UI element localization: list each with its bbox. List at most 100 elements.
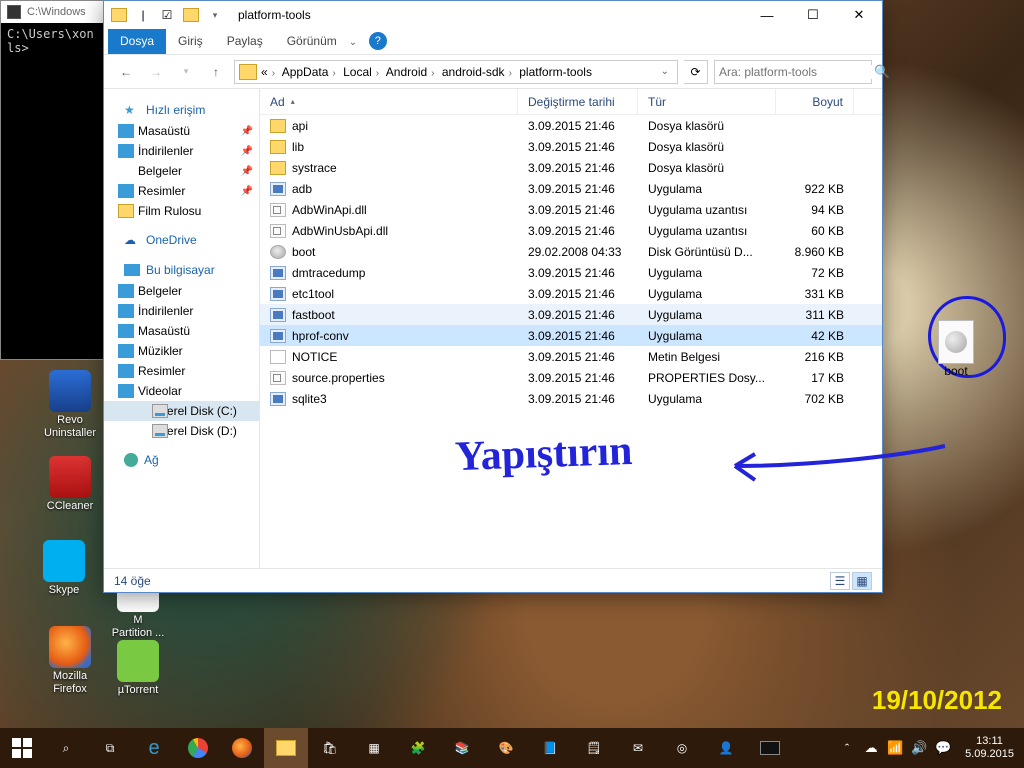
search-input[interactable] <box>719 65 874 79</box>
minimize-button[interactable]: — <box>744 1 790 29</box>
column-name[interactable]: Ad▴ <box>260 89 518 114</box>
refresh-button[interactable]: ⟳ <box>684 60 708 84</box>
ribbon-expand-icon[interactable]: ⌄ <box>349 37 365 48</box>
nav-recent-icon[interactable]: ▾ <box>174 60 198 84</box>
column-headers[interactable]: Ad▴ Değiştirme tarihi Tür Boyut <box>260 89 882 115</box>
sidebar-group-network[interactable]: Ağ <box>104 449 259 471</box>
qat-properties-icon[interactable]: ☑ <box>156 4 178 26</box>
taskbar-app-edge[interactable]: e <box>132 728 176 768</box>
ribbon-tab-share[interactable]: Paylaş <box>215 29 275 54</box>
tray-notifications-icon[interactable]: 💬 <box>931 728 955 768</box>
file-row[interactable]: systrace 3.09.2015 21:46 Dosya klasörü <box>260 157 882 178</box>
sidebar-item[interactable]: Resimler <box>104 361 259 381</box>
nav-up-button[interactable]: ↑ <box>204 60 228 84</box>
close-button[interactable]: ✕ <box>836 1 882 29</box>
ribbon-tab-home[interactable]: Giriş <box>166 29 215 54</box>
sidebar-group-onedrive[interactable]: ☁ OneDrive <box>104 229 259 251</box>
breadcrumb-segment[interactable]: AppData <box>282 65 329 79</box>
sidebar-item[interactable]: İndirilenler <box>104 301 259 321</box>
search-box[interactable]: 🔍 <box>714 60 872 84</box>
taskbar-app-5[interactable]: 🗒 <box>572 728 616 768</box>
taskbar-app-4[interactable]: 📘 <box>528 728 572 768</box>
column-size[interactable]: Boyut <box>776 89 854 114</box>
sidebar-item[interactable]: Masaüstü 📌 <box>104 121 259 141</box>
maximize-button[interactable]: ☐ <box>790 1 836 29</box>
tray-onedrive-icon[interactable]: ☁ <box>859 728 883 768</box>
file-row[interactable]: dmtracedump 3.09.2015 21:46 Uygulama 72 … <box>260 262 882 283</box>
taskbar-app-calculator[interactable]: ▦ <box>352 728 396 768</box>
system-tray[interactable]: ˆ ☁ 📶 🔊 💬 13:11 5.09.2015 <box>835 728 1024 768</box>
file-row[interactable]: etc1tool 3.09.2015 21:46 Uygulama 331 KB <box>260 283 882 304</box>
taskbar-app-3[interactable]: 🎨 <box>484 728 528 768</box>
file-row[interactable]: AdbWinApi.dll 3.09.2015 21:46 Uygulama u… <box>260 199 882 220</box>
desktop-icon[interactable]: Skype <box>26 540 102 597</box>
file-row[interactable]: adb 3.09.2015 21:46 Uygulama 922 KB <box>260 178 882 199</box>
breadcrumb-segment[interactable]: Android <box>386 65 427 79</box>
sidebar-item[interactable]: Yerel Disk (C:) <box>104 401 259 421</box>
desktop-icon[interactable]: Mozilla Firefox <box>32 626 108 696</box>
taskbar-app-mail[interactable]: ✉ <box>616 728 660 768</box>
start-button[interactable] <box>0 728 44 768</box>
file-row[interactable]: NOTICE 3.09.2015 21:46 Metin Belgesi 216… <box>260 346 882 367</box>
explorer-window[interactable]: | ☑ ▾ platform-tools — ☐ ✕ Dosya Giriş P… <box>103 0 883 593</box>
sidebar-item[interactable]: Yerel Disk (D:) <box>104 421 259 441</box>
breadcrumb-segment[interactable]: android-sdk <box>442 65 505 79</box>
sidebar-item[interactable]: Film Rulosu <box>104 201 259 221</box>
tray-network-icon[interactable]: 📶 <box>883 728 907 768</box>
file-row[interactable]: hprof-conv 3.09.2015 21:46 Uygulama 42 K… <box>260 325 882 346</box>
taskbar-app-2[interactable]: 📚 <box>440 728 484 768</box>
sidebar-item[interactable]: Resimler 📌 <box>104 181 259 201</box>
file-row[interactable]: boot 29.02.2008 04:33 Disk Görüntüsü D..… <box>260 241 882 262</box>
column-date[interactable]: Değiştirme tarihi <box>518 89 638 114</box>
tray-volume-icon[interactable]: 🔊 <box>907 728 931 768</box>
search-icon[interactable]: 🔍 <box>874 64 890 80</box>
nav-forward-button[interactable]: → <box>144 60 168 84</box>
taskview-button[interactable]: ⧉ <box>88 728 132 768</box>
file-row[interactable]: lib 3.09.2015 21:46 Dosya klasörü <box>260 136 882 157</box>
nav-back-button[interactable]: ← <box>114 60 138 84</box>
chevron-down-icon[interactable]: ⌄ <box>657 66 673 77</box>
ribbon-tab-view[interactable]: Görünüm <box>275 29 349 54</box>
desktop-file-boot[interactable]: boot <box>928 320 984 378</box>
sidebar-item[interactable]: Belgeler <box>104 281 259 301</box>
desktop-icon[interactable]: Revo Uninstaller <box>32 370 108 440</box>
file-row[interactable]: sqlite3 3.09.2015 21:46 Uygulama 702 KB <box>260 388 882 409</box>
sidebar-item[interactable]: Belgeler 📌 <box>104 161 259 181</box>
file-list[interactable]: Ad▴ Değiştirme tarihi Tür Boyut api 3.09… <box>260 89 882 568</box>
help-icon[interactable]: ? <box>369 32 387 50</box>
view-large-button[interactable]: ▦ <box>852 572 872 590</box>
taskbar-app-media[interactable]: ◎ <box>660 728 704 768</box>
qat-newfolder-icon[interactable] <box>180 4 202 26</box>
taskbar-app-firefox[interactable] <box>220 728 264 768</box>
explorer-titlebar[interactable]: | ☑ ▾ platform-tools — ☐ ✕ <box>104 1 882 29</box>
search-button[interactable]: ⌕ <box>44 728 88 768</box>
file-row[interactable]: source.properties 3.09.2015 21:46 PROPER… <box>260 367 882 388</box>
sidebar-item[interactable]: Masaüstü <box>104 321 259 341</box>
taskbar-app-1[interactable]: 🧩 <box>396 728 440 768</box>
view-details-button[interactable]: ☰ <box>830 572 850 590</box>
sidebar-group-thispc[interactable]: Bu bilgisayar <box>104 259 259 281</box>
file-row[interactable]: api 3.09.2015 21:46 Dosya klasörü <box>260 115 882 136</box>
column-type[interactable]: Tür <box>638 89 776 114</box>
tray-overflow-icon[interactable]: ˆ <box>835 728 859 768</box>
taskbar-app-cmd[interactable] <box>748 728 792 768</box>
navigation-pane[interactable]: ★ Hızlı erişim Masaüstü 📌 İndirilenler 📌… <box>104 89 260 568</box>
taskbar-app-6[interactable]: 👤 <box>704 728 748 768</box>
sidebar-item[interactable]: Videolar <box>104 381 259 401</box>
breadcrumb[interactable]: « › AppData› Local› Android› android-sdk… <box>234 60 678 84</box>
desktop-icon[interactable]: µTorrent <box>100 640 176 697</box>
qat-dropdown-icon[interactable]: ▾ <box>204 4 226 26</box>
file-row[interactable]: AdbWinUsbApi.dll 3.09.2015 21:46 Uygulam… <box>260 220 882 241</box>
breadcrumb-segment[interactable]: Local <box>343 65 372 79</box>
breadcrumb-segment[interactable]: platform-tools <box>519 65 592 79</box>
taskbar-app-explorer[interactable] <box>264 728 308 768</box>
taskbar-clock[interactable]: 13:11 5.09.2015 <box>955 735 1024 761</box>
sidebar-item[interactable]: Müzikler <box>104 341 259 361</box>
taskbar[interactable]: ⌕ ⧉ e 🛍 ▦ 🧩 📚 🎨 📘 🗒 ✉ ◎ 👤 ˆ ☁ 📶 🔊 💬 13:1… <box>0 728 1024 768</box>
taskbar-app-chrome[interactable] <box>176 728 220 768</box>
taskbar-app-store[interactable]: 🛍 <box>308 728 352 768</box>
sidebar-item[interactable]: İndirilenler 📌 <box>104 141 259 161</box>
sidebar-group-quickaccess[interactable]: ★ Hızlı erişim <box>104 99 259 121</box>
file-row[interactable]: fastboot 3.09.2015 21:46 Uygulama 311 KB <box>260 304 882 325</box>
ribbon-tab-file[interactable]: Dosya <box>108 29 166 54</box>
